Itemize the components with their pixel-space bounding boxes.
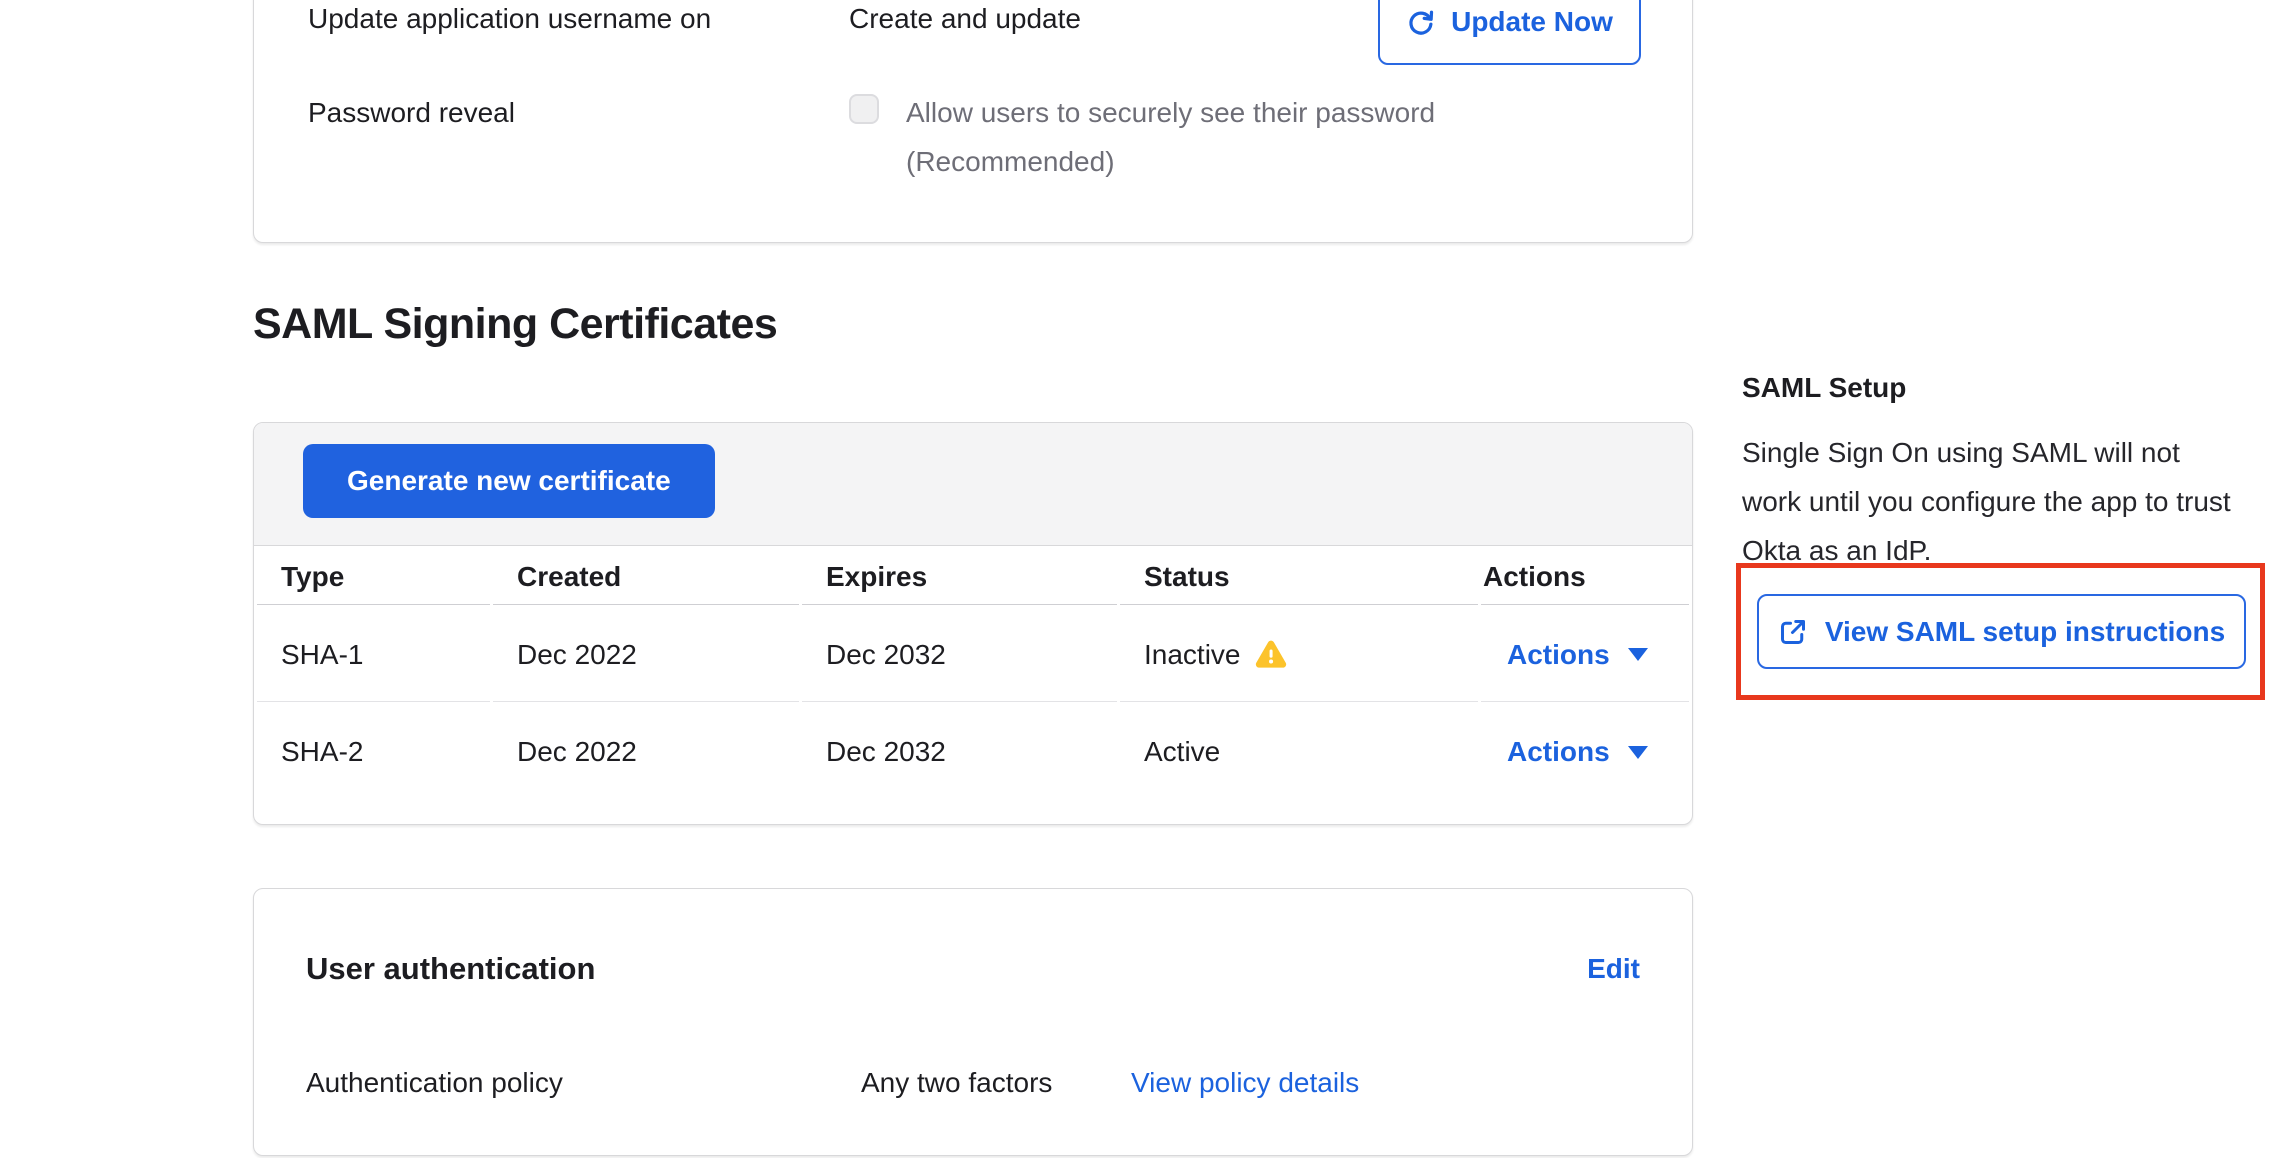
actions-dropdown[interactable]: Actions	[1505, 736, 1648, 768]
update-username-on-label: Update application username on	[308, 3, 711, 35]
cell-type: SHA-1	[257, 608, 490, 702]
cell-created: Dec 2022	[493, 608, 799, 702]
status-text: Active	[1144, 736, 1220, 768]
caret-down-icon	[1628, 746, 1648, 759]
actions-label: Actions	[1507, 639, 1610, 671]
external-link-icon	[1778, 617, 1808, 647]
view-policy-details-link[interactable]: View policy details	[1131, 1067, 1359, 1099]
update-username-on-value: Create and update	[849, 3, 1081, 35]
column-header-created: Created	[493, 549, 799, 605]
generate-new-certificate-button[interactable]: Generate new certificate	[303, 444, 715, 518]
actions-dropdown[interactable]: Actions	[1505, 639, 1648, 671]
column-header-actions: Actions	[1481, 549, 1689, 605]
update-now-label: Update Now	[1451, 6, 1613, 38]
caret-down-icon	[1628, 648, 1648, 661]
cell-status: Inactive	[1120, 608, 1478, 702]
cell-status: Active	[1120, 705, 1478, 799]
password-reveal-checkbox-label: Allow users to securely see their passwo…	[906, 97, 1435, 129]
column-header-type: Type	[257, 549, 490, 605]
provisioning-settings-card: Update application username on Create an…	[253, 0, 1693, 243]
password-reveal-checkbox[interactable]	[849, 94, 879, 124]
table-row-sha2: SHA-2 Dec 2022 Dec 2032 Active Actions	[257, 705, 1689, 799]
view-saml-setup-instructions-button[interactable]: View SAML setup instructions	[1757, 594, 2246, 669]
cell-type: SHA-2	[257, 705, 490, 799]
authentication-policy-label: Authentication policy	[306, 1067, 563, 1099]
column-header-status: Status	[1120, 549, 1478, 605]
password-reveal-recommended-label: (Recommended)	[906, 146, 1115, 178]
cell-expires: Dec 2032	[802, 705, 1117, 799]
red-highlight-annotation: View SAML setup instructions	[1736, 563, 2265, 700]
cell-actions: Actions	[1481, 705, 1689, 799]
edit-link[interactable]: Edit	[1587, 953, 1640, 985]
status-text: Inactive	[1144, 639, 1241, 671]
cell-created: Dec 2022	[493, 705, 799, 799]
saml-signing-certificates-heading: SAML Signing Certificates	[253, 300, 777, 349]
table-row-sha1: SHA-1 Dec 2022 Dec 2032 Inactive	[257, 608, 1689, 702]
column-header-expires: Expires	[802, 549, 1117, 605]
password-reveal-label: Password reveal	[308, 97, 515, 129]
certificates-table: Type Created Expires Status Actions SHA-…	[254, 546, 1692, 802]
authentication-policy-value: Any two factors	[861, 1067, 1052, 1099]
cell-actions: Actions	[1481, 608, 1689, 702]
user-authentication-heading: User authentication	[306, 951, 595, 987]
view-saml-setup-instructions-label: View SAML setup instructions	[1825, 616, 2225, 648]
warning-icon	[1255, 640, 1287, 669]
cell-expires: Dec 2032	[802, 608, 1117, 702]
certificates-toolbar: Generate new certificate	[254, 423, 1692, 546]
user-authentication-card: User authentication Edit Authentication …	[253, 888, 1693, 1156]
actions-label: Actions	[1507, 736, 1610, 768]
saml-setup-description: Single Sign On using SAML will not work …	[1742, 428, 2242, 575]
certificates-table-header-row: Type Created Expires Status Actions	[257, 549, 1689, 605]
saml-certificates-card: Generate new certificate Type Created Ex…	[253, 422, 1693, 825]
saml-setup-heading: SAML Setup	[1742, 372, 1906, 404]
update-now-button[interactable]: Update Now	[1378, 0, 1641, 65]
refresh-icon	[1406, 7, 1436, 37]
